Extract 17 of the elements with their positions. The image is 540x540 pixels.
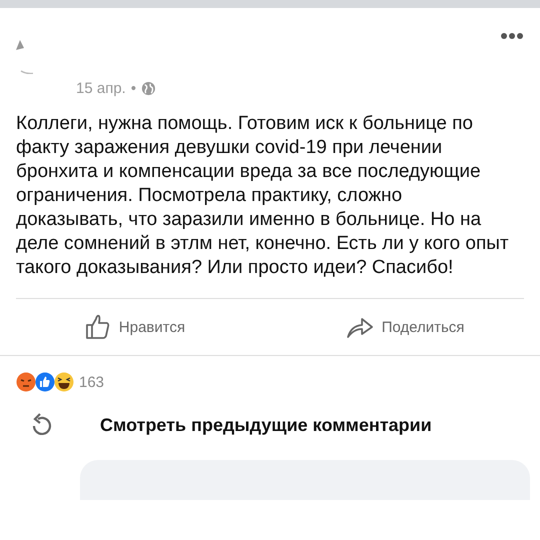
refresh-icon <box>30 412 54 438</box>
avatar-fragment-icon <box>20 70 34 74</box>
separator: • <box>130 80 136 97</box>
share-arrow-icon <box>346 315 374 339</box>
view-previous-comments-link[interactable]: Смотреть предыдущие комментарии <box>100 414 432 436</box>
post-timestamp: 15 апр. <box>76 80 126 97</box>
like-button[interactable]: Нравится <box>0 299 270 355</box>
reaction-count: 163 <box>79 374 104 390</box>
laughing-reaction-icon <box>54 372 74 392</box>
post-text: Коллеги, нужна помощь. Готовим иск к больнице по факту заражения девушки covid-19 при лечении бронхита и компенсации вреда за все последующие ограничения. Посмотрела практику, сложно доказывать, что заразили именно в больнице. Но на деле сомнений в этлм нет, конечно. Есть ли у кого опыт такого доказывания? Или просто идеи? Спасибо! <box>16 112 510 280</box>
globe-icon <box>141 81 156 96</box>
more-icon[interactable] <box>500 32 524 40</box>
like-reaction-icon <box>35 372 55 392</box>
avatar-fragment-icon <box>16 40 24 50</box>
thumbs-up-icon <box>84 314 111 340</box>
angry-reaction-icon <box>16 372 36 392</box>
share-button[interactable]: Поделиться <box>270 299 540 355</box>
